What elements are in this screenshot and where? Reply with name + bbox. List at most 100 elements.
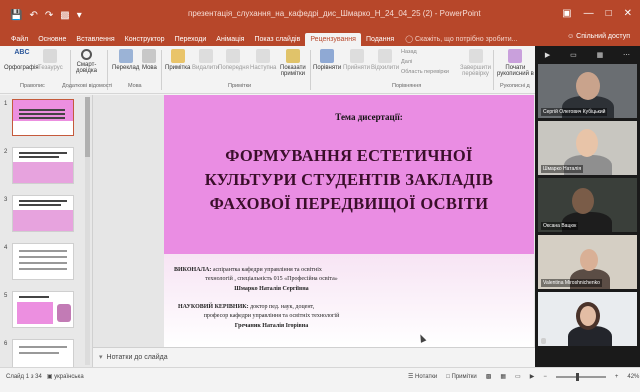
smart-lookup-button[interactable]: Смарт- довідка: [76, 49, 97, 74]
slide-sorter-icon[interactable]: ▦: [500, 373, 506, 380]
thumbnail-band: [13, 210, 73, 231]
tab-transitions[interactable]: Переходи: [170, 36, 212, 46]
slide-thumbnail-1[interactable]: [12, 99, 74, 136]
slide-thumbnails-pane: 1 2 3 4 5 6: [0, 95, 93, 367]
thumbnails-scrollbar[interactable]: [85, 97, 90, 365]
notes-pane[interactable]: ▾ Нотатки до слайда: [93, 347, 535, 367]
normal-view-icon[interactable]: ▩: [486, 373, 492, 380]
delete-comment-button[interactable]: Видалити: [192, 49, 219, 71]
redo-icon[interactable]: ↷: [45, 10, 53, 21]
thumbnail-band: [17, 302, 53, 324]
slide-thumbnail-4[interactable]: [12, 243, 74, 280]
tab-home[interactable]: Основне: [33, 36, 71, 46]
undo-icon[interactable]: ↶: [29, 10, 37, 21]
participant-tile[interactable]: Шмарко Наталія: [538, 121, 637, 175]
notes-toggle[interactable]: ☰ Нотатки: [408, 373, 437, 380]
gallery-view-icon[interactable]: ▦: [597, 51, 604, 59]
prev-comment-button[interactable]: Попередня: [218, 49, 249, 71]
zoom-level[interactable]: 42%: [627, 374, 639, 380]
supervisor-line-1: НАУКОВИЙ КЕРІВНИК: доктор пед. наук, доц…: [178, 304, 315, 310]
language-button[interactable]: Мова: [142, 49, 157, 71]
comment-delete-icon: [198, 49, 213, 63]
current-slide[interactable]: Тема дисертації: ФОРМУВАННЯ ЕСТЕТИЧНОЇ К…: [164, 95, 534, 347]
next-change-button[interactable]: Далі: [401, 59, 412, 65]
reject-button[interactable]: Відхилити: [371, 49, 399, 71]
divider: [161, 50, 162, 90]
tab-view[interactable]: Подання: [361, 36, 399, 46]
tab-file[interactable]: Файл: [6, 36, 33, 46]
tab-design[interactable]: Конструктор: [120, 36, 170, 46]
pen-icon: [508, 49, 523, 63]
proofing-icon[interactable]: ▣: [47, 374, 53, 380]
scrollbar-thumb[interactable]: [85, 97, 90, 157]
lightbulb-icon: ◯: [405, 36, 416, 43]
zoom-out-icon[interactable]: −: [543, 374, 547, 380]
close-icon[interactable]: ✕: [624, 8, 632, 19]
tab-animations[interactable]: Анімація: [211, 36, 249, 46]
supervisor-line-2: професор кафедри управління та освітніх …: [203, 313, 340, 319]
end-review-button[interactable]: Завершити перевірку: [460, 49, 491, 77]
thesaurus-button[interactable]: Тезаурус: [38, 49, 63, 71]
customize-qat-icon[interactable]: ▾: [77, 10, 82, 21]
status-left: Слайд 1 з 34 ▣ українська: [6, 373, 84, 380]
show-comments-button[interactable]: Показати примітки: [280, 49, 306, 77]
start-inking-button[interactable]: Почати рукописний в: [497, 49, 534, 77]
participant-tile[interactable]: Сергій Олегович Кубіцький: [538, 64, 637, 118]
thumbnail-line: [19, 250, 67, 252]
speaker-view-icon[interactable]: ▭: [570, 51, 577, 59]
participant-name: Шмарко Наталія: [541, 165, 584, 173]
supervisor-label: НАУКОВИЙ КЕРІВНИК:: [178, 304, 249, 310]
comments-toggle[interactable]: □ Примітки: [446, 374, 476, 380]
zoom-in-icon[interactable]: +: [615, 374, 619, 380]
group-compare: Порівняння: [392, 83, 422, 89]
translate-button[interactable]: Переклад: [112, 49, 139, 71]
participant-head: [576, 72, 600, 100]
tell-me-search[interactable]: ◯ Скажіть, що потрібно зробити...: [399, 35, 525, 46]
performer-name: Шмарко Наталія Сергіївна: [234, 286, 309, 292]
compare-button[interactable]: Порівняти: [313, 49, 341, 71]
translate-icon: [118, 49, 133, 63]
notes-placeholder: Нотатки до слайда: [106, 354, 168, 361]
slide-number: 2: [4, 149, 8, 155]
accept-icon: [349, 49, 364, 63]
collapse-notes-icon[interactable]: ▾: [99, 354, 103, 361]
new-comment-button[interactable]: Примітка: [165, 49, 190, 71]
start-from-beginning-icon[interactable]: ▩: [60, 10, 69, 21]
language-indicator[interactable]: українська: [54, 374, 84, 380]
slide-thumbnail-6[interactable]: [12, 339, 74, 367]
slide-thumbnail-5[interactable]: [12, 291, 74, 328]
document-title: презентація_слухання_на_кафедрі_дис_Шмар…: [188, 9, 481, 18]
slide-thumbnail-2[interactable]: [12, 147, 74, 184]
participant-tile[interactable]: [538, 292, 637, 346]
participant-tile[interactable]: Оксана Вацюк: [538, 178, 637, 232]
accept-button[interactable]: Прийняти: [343, 49, 370, 71]
slide-counter: Слайд 1 з 34: [6, 374, 42, 380]
thumbnail-line: [19, 204, 61, 206]
slide-thumbnail-3[interactable]: [12, 195, 74, 232]
tab-review[interactable]: Рецензування: [305, 33, 361, 46]
comment-next-icon: [256, 49, 271, 63]
reviewing-pane-button[interactable]: Область перевірки: [401, 69, 449, 75]
reject-icon: [378, 49, 393, 63]
thumbnail-figure: [57, 304, 71, 322]
hide-video-icon[interactable]: ▶: [545, 51, 550, 59]
more-icon[interactable]: ⋯: [623, 51, 630, 59]
tab-insert[interactable]: Вставлення: [71, 36, 119, 46]
group-comments: Примітки: [228, 83, 252, 89]
slide-number: 6: [4, 341, 8, 347]
zoom-slider[interactable]: [555, 372, 606, 381]
zoom-slider-thumb[interactable]: [575, 372, 579, 381]
previous-change-button[interactable]: Назад: [401, 49, 417, 55]
tab-slideshow[interactable]: Показ слайдів: [249, 36, 305, 46]
slideshow-icon[interactable]: ▶: [530, 373, 535, 380]
save-icon[interactable]: 💾: [10, 10, 22, 21]
ribbon-display-options-icon[interactable]: ▣: [562, 8, 571, 19]
spelling-button[interactable]: ABC Орфографія: [4, 49, 39, 71]
share-button[interactable]: ☺ Спільний доступ: [567, 33, 630, 40]
next-comment-button[interactable]: Наступна: [250, 49, 276, 71]
minimize-icon[interactable]: —: [584, 8, 594, 19]
reading-view-icon[interactable]: ▭: [515, 373, 521, 380]
restore-icon[interactable]: □: [606, 8, 612, 19]
person-icon: ☺: [567, 33, 577, 40]
participant-tile[interactable]: Valentina Miroshnichenko: [538, 235, 637, 289]
